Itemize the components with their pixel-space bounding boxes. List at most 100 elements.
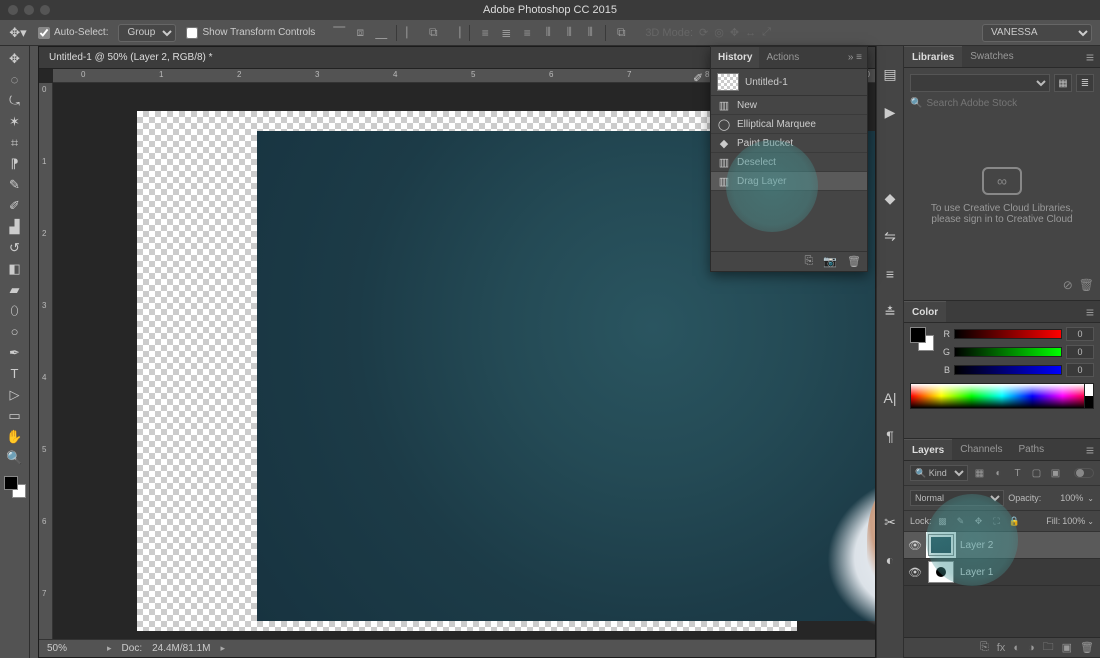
filter-type-icon[interactable]: T — [1010, 466, 1025, 481]
fg-swatch[interactable] — [910, 327, 926, 343]
delete-layer-icon[interactable]: 🗑 — [1080, 641, 1094, 654]
shape-tool[interactable]: ▭ — [3, 405, 27, 426]
zoom-readout[interactable]: 50% — [47, 643, 97, 654]
new-layer-icon[interactable]: ▣ — [1062, 641, 1072, 654]
tab-paths[interactable]: Paths — [1011, 439, 1053, 460]
fill-value[interactable]: 100% — [1062, 516, 1085, 526]
minimize-window-icon[interactable] — [24, 5, 34, 15]
clone-stamp-tool[interactable]: ▟ — [3, 216, 27, 237]
pen-tool[interactable]: ✒ — [3, 342, 27, 363]
tab-history[interactable]: History — [711, 47, 759, 68]
close-window-icon[interactable] — [8, 5, 18, 15]
fg-bg-swatch[interactable] — [910, 327, 934, 351]
collapse-icon[interactable]: » ≡ — [843, 47, 867, 68]
zoom-chevron-icon[interactable]: ▸ — [107, 643, 112, 654]
trash-icon[interactable]: 🗑 — [1079, 278, 1094, 292]
layer-name[interactable]: Layer 1 — [960, 567, 993, 578]
dist-left-icon[interactable]: ⦀ — [540, 25, 556, 41]
visibility-eye-icon[interactable]: 👁 — [908, 539, 922, 552]
g-slider[interactable] — [954, 347, 1062, 357]
brush-tool[interactable]: ✐ — [3, 195, 27, 216]
pan-3d-icon[interactable]: ✥ — [730, 26, 739, 39]
g-value[interactable]: 0 — [1066, 345, 1094, 359]
dist-top-icon[interactable]: ≡ — [477, 25, 493, 41]
dist-vcenter-icon[interactable]: ≣ — [498, 25, 514, 41]
zoom-window-icon[interactable] — [40, 5, 50, 15]
play-icon[interactable]: ▶ — [880, 102, 900, 122]
adjust-icon[interactable]: ≛ — [880, 302, 900, 322]
layer-thumbnail[interactable] — [928, 534, 954, 556]
adjustment-icon[interactable]: ◑ — [1028, 642, 1035, 654]
circle-icon[interactable]: ◐ — [880, 550, 900, 570]
tab-channels[interactable]: Channels — [952, 439, 1010, 460]
layer-filter-kind[interactable]: 🔍 Kind — [910, 465, 968, 481]
lock-transparency-icon[interactable]: ▩ — [936, 514, 950, 528]
show-transform-input[interactable] — [186, 27, 198, 39]
dodge-tool[interactable]: ○ — [3, 321, 27, 342]
paragraph-icon[interactable]: ¶ — [880, 426, 900, 446]
sliders-icon[interactable]: ≡ — [880, 264, 900, 284]
gradient-tool[interactable]: ▰ — [3, 279, 27, 300]
scale-3d-icon[interactable]: ⤢ — [762, 26, 771, 39]
blend-mode-select[interactable]: Normal — [910, 490, 1004, 506]
fx-icon[interactable]: fx — [997, 642, 1006, 654]
history-item[interactable]: ▥Deselect — [711, 153, 867, 172]
panel-menu-icon[interactable]: ≡ — [1080, 46, 1100, 67]
hand-tool[interactable]: ✋ — [3, 426, 27, 447]
marquee-tool[interactable]: ◌ — [3, 69, 27, 90]
tab-actions[interactable]: Actions — [759, 47, 806, 68]
opacity-value[interactable]: 100% — [1045, 493, 1083, 503]
spot-heal-tool[interactable]: ✎ — [3, 174, 27, 195]
dist-hcenter-icon[interactable]: ⦀ — [561, 25, 577, 41]
eyedropper-tool[interactable]: ⁋ — [3, 153, 27, 174]
panel-menu-icon[interactable]: ≡ — [1080, 439, 1100, 460]
color-spectrum[interactable] — [910, 383, 1094, 409]
crop-tool[interactable]: ⌗ — [3, 132, 27, 153]
library-select[interactable] — [910, 74, 1050, 92]
r-slider[interactable] — [954, 329, 1062, 339]
auto-select-checkbox[interactable]: Auto-Select: — [38, 27, 108, 39]
history-item[interactable]: ▥New — [711, 96, 867, 115]
align-bottom-icon[interactable]: ⎽ — [373, 25, 389, 41]
workspace-dropdown[interactable]: VANESSA — [982, 24, 1092, 42]
history-brush-tool[interactable]: ↺ — [3, 237, 27, 258]
lasso-tool[interactable]: ⤿ — [3, 90, 27, 111]
orbit-3d-icon[interactable]: ⟳ — [699, 26, 708, 39]
layer-name[interactable]: Layer 2 — [960, 540, 993, 551]
fg-color[interactable] — [4, 476, 18, 490]
ruler-icon[interactable]: ▤ — [880, 64, 900, 84]
mask-icon[interactable]: ◐ — [1013, 642, 1020, 654]
b-slider[interactable] — [954, 365, 1062, 375]
chevron-down-icon[interactable]: ⌄ — [1087, 494, 1094, 503]
tab-libraries[interactable]: Libraries — [904, 46, 962, 67]
panel-menu-icon[interactable]: ≡ — [1080, 301, 1100, 322]
lock-artboard-icon[interactable]: ⛶ — [990, 514, 1004, 528]
auto-align-icon[interactable]: ⧉ — [613, 25, 629, 41]
roll-3d-icon[interactable]: ◎ — [714, 26, 724, 39]
dist-right-icon[interactable]: ⦀ — [582, 25, 598, 41]
link-layers-icon[interactable]: ⎘ — [980, 641, 989, 654]
tool-preset-icon[interactable]: ✥▾ — [8, 25, 28, 41]
filter-shape-icon[interactable]: ▢ — [1029, 466, 1044, 481]
scissors-icon[interactable]: ✂ — [880, 512, 900, 532]
history-item[interactable]: ◯Elliptical Marquee — [711, 115, 867, 134]
eraser-tool[interactable]: ◧ — [3, 258, 27, 279]
tab-color[interactable]: Color — [904, 301, 946, 322]
show-transform-checkbox[interactable]: Show Transform Controls — [186, 27, 315, 39]
b-value[interactable]: 0 — [1066, 363, 1094, 377]
tab-swatches[interactable]: Swatches — [962, 46, 1021, 67]
doc-chevron-icon[interactable]: ▸ — [220, 643, 225, 654]
vertical-ruler[interactable]: 012345678 — [39, 83, 53, 639]
history-item[interactable]: ▥Drag Layer — [711, 172, 867, 191]
auto-select-input[interactable] — [38, 27, 50, 39]
slide-3d-icon[interactable]: ↔ — [745, 27, 756, 39]
cloud-link-icon[interactable]: ⊘ — [1063, 278, 1073, 292]
new-snapshot-icon[interactable]: 📷 — [823, 255, 837, 268]
blur-tool[interactable]: ⬯ — [3, 300, 27, 321]
zoom-tool[interactable]: 🔍 — [3, 447, 27, 468]
history-brush-marker-icon[interactable]: ✐ — [693, 71, 709, 85]
align-vcenter-icon[interactable]: ⧈ — [352, 25, 368, 41]
dist-bottom-icon[interactable]: ≡ — [519, 25, 535, 41]
swap-icon[interactable]: ⇋ — [880, 226, 900, 246]
workspace-select[interactable]: VANESSA — [982, 24, 1092, 42]
